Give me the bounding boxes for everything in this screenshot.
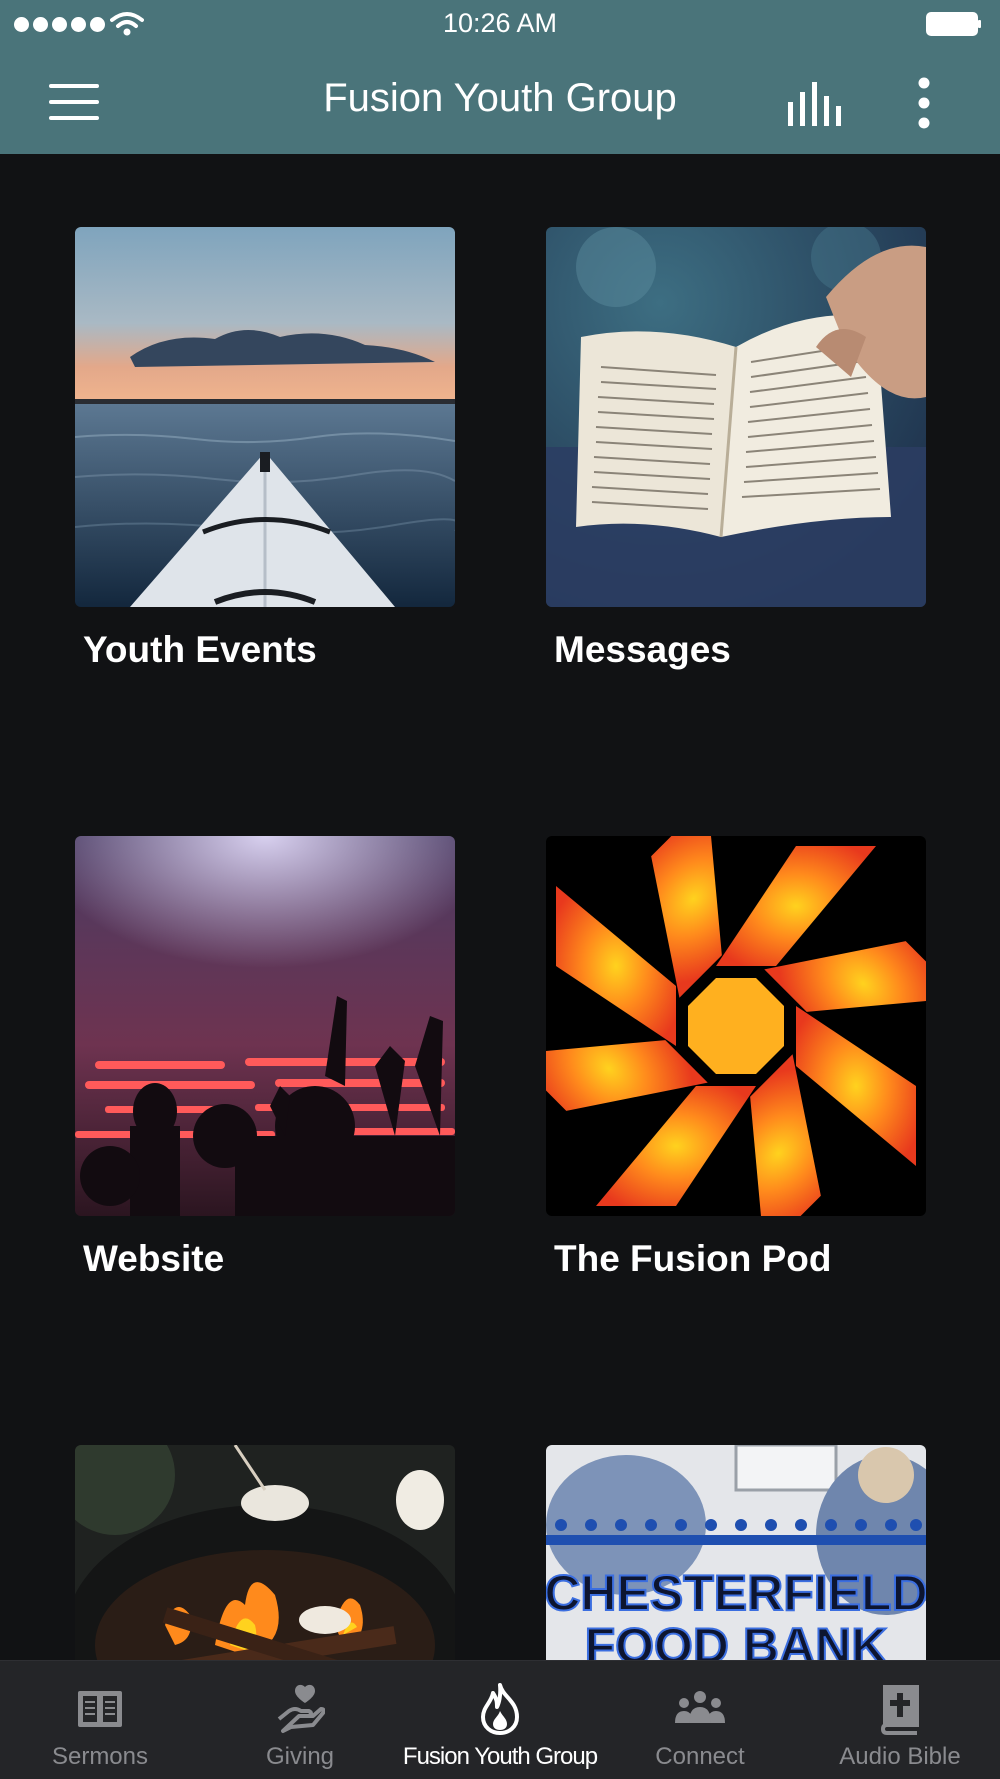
tile-label: Messages	[554, 629, 731, 670]
app-header: Fusion Youth Group	[0, 50, 1000, 154]
more-options-icon[interactable]	[906, 76, 942, 130]
tile-the-fusion-pod[interactable]: The Fusion Pod	[546, 836, 926, 1280]
fusion-pod-logo-image	[546, 836, 926, 1216]
bible-cross-icon	[880, 1685, 919, 1735]
bottom-tab-bar: Sermons Giving Fusion Youth Group Connec…	[0, 1660, 1000, 1779]
tile-label: Youth Events	[83, 629, 317, 670]
tile-campfire[interactable]	[75, 1445, 455, 1660]
heart-hand-icon	[277, 1684, 325, 1733]
food-bank-logo-text-2: FOOD BANK	[585, 1618, 888, 1660]
tile-chesterfield-food-bank[interactable]: CHESTERFIELD FOOD BANK	[546, 1445, 926, 1660]
tile-youth-events[interactable]: Youth Events	[75, 227, 455, 671]
content-grid: Youth Events Messages Website The Fusion…	[0, 154, 1000, 1660]
tab-audio-bible[interactable]: Audio Bible	[800, 1661, 1000, 1779]
tile-label: The Fusion Pod	[554, 1238, 832, 1279]
open-book-icon	[78, 1691, 122, 1727]
status-bar: 10:26 AM	[0, 0, 1000, 50]
page-title: Fusion Youth Group	[323, 76, 677, 120]
people-icon	[675, 1691, 725, 1723]
tab-sermons[interactable]: Sermons	[0, 1661, 200, 1779]
website-image	[75, 836, 455, 1216]
tab-label: Connect	[655, 1743, 745, 1770]
tab-label: Audio Bible	[839, 1743, 961, 1770]
battery-icon	[926, 12, 981, 36]
status-time: 10:26 AM	[442, 8, 558, 38]
tile-label: Website	[83, 1238, 225, 1279]
tab-label: Sermons	[51, 1743, 149, 1770]
audio-bars-icon[interactable]	[786, 80, 848, 126]
tab-connect[interactable]: Connect	[600, 1661, 800, 1779]
messages-image	[546, 227, 926, 607]
tab-fusion-youth-group[interactable]: Fusion Youth Group	[400, 1661, 600, 1779]
campfire-image	[75, 1445, 455, 1660]
tile-website[interactable]: Website	[75, 836, 455, 1280]
tab-label: Fusion Youth Group	[402, 1743, 598, 1770]
tab-label: Giving	[265, 1743, 335, 1770]
food-bank-image: CHESTERFIELD FOOD BANK	[546, 1445, 926, 1660]
flame-icon	[481, 1683, 519, 1735]
food-bank-logo-text-1: CHESTERFIELD	[546, 1565, 926, 1621]
tab-giving[interactable]: Giving	[200, 1661, 400, 1779]
tile-messages[interactable]: Messages	[546, 227, 926, 671]
youth-events-image	[75, 227, 455, 607]
